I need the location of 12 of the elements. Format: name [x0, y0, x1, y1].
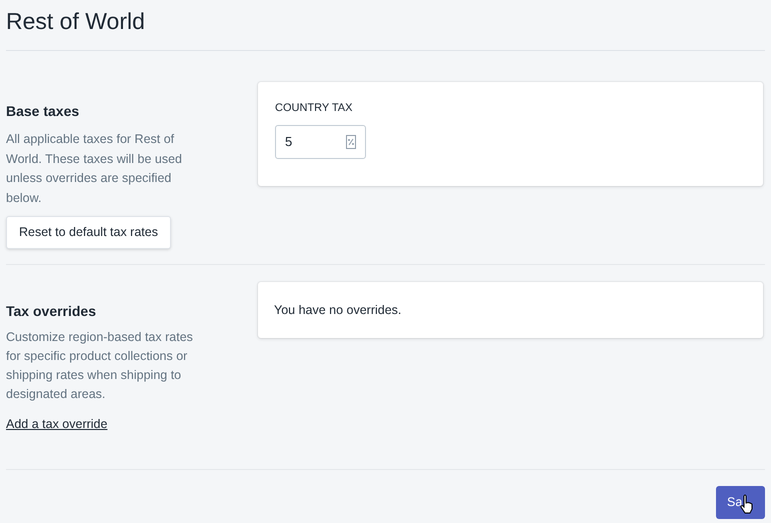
save-button[interactable]: Sa	[716, 486, 765, 519]
field-label: COUNTRY TAX	[275, 101, 352, 115]
tax-input-field[interactable]: 5	[275, 125, 366, 159]
page-title: Rest of World	[6, 7, 146, 36]
add-override-link[interactable]: Add a tax override	[6, 415, 108, 434]
empty-message: You have no overrides.	[274, 302, 402, 319]
percent-icon	[346, 135, 356, 149]
section-heading: Base taxes	[6, 102, 80, 120]
section-description: Customize region-based tax rates for specific product collections or shipping rates when shipping to designated areas.	[6, 329, 194, 403]
reset-button[interactable]: Reset to default tax rates	[6, 216, 171, 249]
section-description: All applicable taxes for Rest of World. These taxes will be used unless overrides are specified below.	[6, 131, 184, 206]
section-heading: Tax overrides	[6, 302, 96, 320]
